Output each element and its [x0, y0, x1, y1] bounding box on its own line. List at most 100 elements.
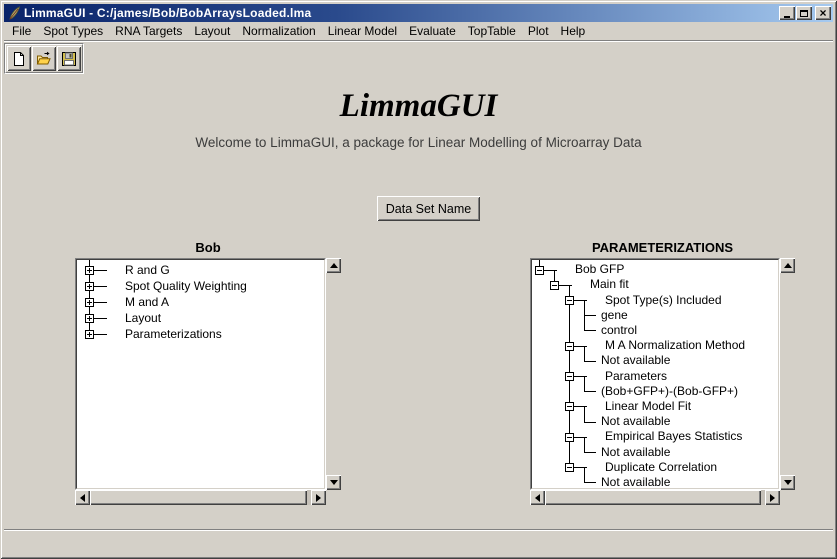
tree-connector-line [584, 406, 585, 422]
maximize-icon [800, 10, 808, 17]
tree-item[interactable]: Layout [125, 311, 161, 326]
expand-toggle-icon[interactable] [85, 314, 94, 323]
tk-feather-icon[interactable] [7, 6, 21, 20]
menu-separator [4, 40, 833, 42]
tree-item[interactable]: Duplicate Correlation [605, 460, 717, 475]
tree-item[interactable]: Spot Type(s) Included [605, 293, 722, 308]
scrollbar-track[interactable] [780, 273, 795, 475]
tree-connector-line [584, 346, 585, 362]
tree-item[interactable]: control [601, 323, 637, 338]
collapse-toggle-icon[interactable] [535, 266, 544, 275]
menu-item-toptable[interactable]: TopTable [462, 23, 522, 39]
dataset-vertical-scrollbar[interactable] [326, 258, 341, 490]
scroll-up-button[interactable] [780, 258, 795, 273]
scroll-right-button[interactable] [765, 490, 780, 505]
tree-item[interactable]: (Bob+GFP+)-(Bob-GFP+) [601, 384, 738, 399]
close-button[interactable]: × [815, 6, 831, 20]
tree-item[interactable]: Main fit [590, 277, 629, 292]
open-file-button[interactable] [32, 46, 56, 71]
expand-toggle-icon[interactable] [85, 298, 94, 307]
data-set-name-button[interactable]: Data Set Name [377, 196, 480, 221]
page-title: LimmaGUI [0, 88, 837, 125]
scrollbar-thumb[interactable] [90, 490, 307, 505]
tree-item[interactable]: Parameters [605, 369, 667, 384]
menu-item-plot[interactable]: Plot [522, 23, 555, 39]
scroll-left-button[interactable] [530, 490, 545, 505]
collapse-toggle-icon[interactable] [565, 342, 574, 351]
collapse-toggle-icon[interactable] [565, 433, 574, 442]
tree-connector-line [93, 334, 107, 335]
scroll-down-button[interactable] [326, 475, 341, 490]
title-bar[interactable]: LimmaGUI - C:/james/Bob/BobArraysLoaded.… [4, 4, 833, 22]
tree-item[interactable]: M A Normalization Method [605, 338, 745, 353]
floppy-disk-icon [61, 51, 77, 67]
scrollbar-track[interactable] [326, 273, 341, 475]
tree-connector-line [93, 286, 107, 287]
tree-connector-line [584, 482, 596, 483]
dataset-tree-panel: R and GSpot Quality WeightingM and ALayo… [75, 258, 326, 490]
tree-connector-line [584, 376, 585, 392]
menu-bar: FileSpot TypesRNA TargetsLayoutNormaliza… [4, 22, 833, 40]
tree-item[interactable]: Not available [601, 445, 670, 460]
parameterizations-vertical-scrollbar[interactable] [780, 258, 795, 490]
collapse-toggle-icon[interactable] [565, 296, 574, 305]
expand-toggle-icon[interactable] [85, 282, 94, 291]
expand-toggle-icon[interactable] [85, 266, 94, 275]
menu-item-rna-targets[interactable]: RNA Targets [109, 23, 188, 39]
parameterizations-tree-panel: Bob GFPMain fitSpot Type(s) Includedgene… [530, 258, 780, 490]
left-arrow-icon [80, 494, 85, 502]
parameterizations-panel-header: PARAMETERIZATIONS [530, 240, 795, 255]
collapse-toggle-icon[interactable] [565, 402, 574, 411]
tree-item[interactable]: Not available [601, 475, 670, 489]
tree-item[interactable]: Bob GFP [575, 262, 624, 277]
down-arrow-icon [784, 480, 792, 485]
tree-connector-line [584, 437, 585, 453]
menu-item-layout[interactable]: Layout [188, 23, 236, 39]
collapse-toggle-icon[interactable] [550, 281, 559, 290]
dataset-tree-list[interactable]: R and GSpot Quality WeightingM and ALayo… [76, 259, 325, 489]
expand-toggle-icon[interactable] [85, 330, 94, 339]
tree-connector-line [93, 318, 107, 319]
down-arrow-icon [330, 480, 338, 485]
tree-item[interactable]: Linear Model Fit [605, 399, 691, 414]
tree-item[interactable]: Not available [601, 353, 670, 368]
dataset-panel-header: Bob [75, 240, 341, 255]
parameterizations-horizontal-scrollbar[interactable] [530, 490, 780, 505]
scrollbar-thumb[interactable] [545, 490, 761, 505]
tree-item[interactable]: Spot Quality Weighting [125, 279, 247, 294]
tree-item[interactable]: Empirical Bayes Statistics [605, 429, 742, 444]
menu-item-linear-model[interactable]: Linear Model [322, 23, 403, 39]
minimize-icon [784, 16, 790, 18]
tree-item[interactable]: Parameterizations [125, 327, 222, 342]
tree-connector-line [584, 467, 585, 483]
up-arrow-icon [784, 263, 792, 268]
tree-connector-line [93, 302, 107, 303]
right-arrow-icon [316, 494, 321, 502]
left-arrow-icon [535, 494, 540, 502]
bottom-separator [4, 529, 833, 531]
parameterizations-tree-list[interactable]: Bob GFPMain fitSpot Type(s) Includedgene… [531, 259, 779, 489]
scroll-down-button[interactable] [780, 475, 795, 490]
new-file-button[interactable] [7, 46, 31, 71]
tree-item[interactable]: R and G [125, 263, 170, 278]
scroll-right-button[interactable] [311, 490, 326, 505]
tree-item[interactable]: M and A [125, 295, 169, 310]
tree-item[interactable]: Not available [601, 414, 670, 429]
menu-item-evaluate[interactable]: Evaluate [403, 23, 462, 39]
maximize-button[interactable] [796, 6, 812, 20]
menu-item-spot-types[interactable]: Spot Types [37, 23, 109, 39]
tree-item[interactable]: gene [601, 308, 628, 323]
menu-item-file[interactable]: File [6, 23, 37, 39]
tree-connector-line [93, 270, 107, 271]
collapse-toggle-icon[interactable] [565, 463, 574, 472]
menu-item-help[interactable]: Help [555, 23, 592, 39]
collapse-toggle-icon[interactable] [565, 372, 574, 381]
scroll-up-button[interactable] [326, 258, 341, 273]
save-file-button[interactable] [57, 46, 81, 71]
scroll-left-button[interactable] [75, 490, 90, 505]
minimize-button[interactable] [779, 6, 795, 20]
menu-item-normalization[interactable]: Normalization [236, 23, 321, 39]
tree-connector-line [584, 422, 596, 423]
open-folder-icon [36, 51, 52, 67]
dataset-horizontal-scrollbar[interactable] [75, 490, 326, 505]
